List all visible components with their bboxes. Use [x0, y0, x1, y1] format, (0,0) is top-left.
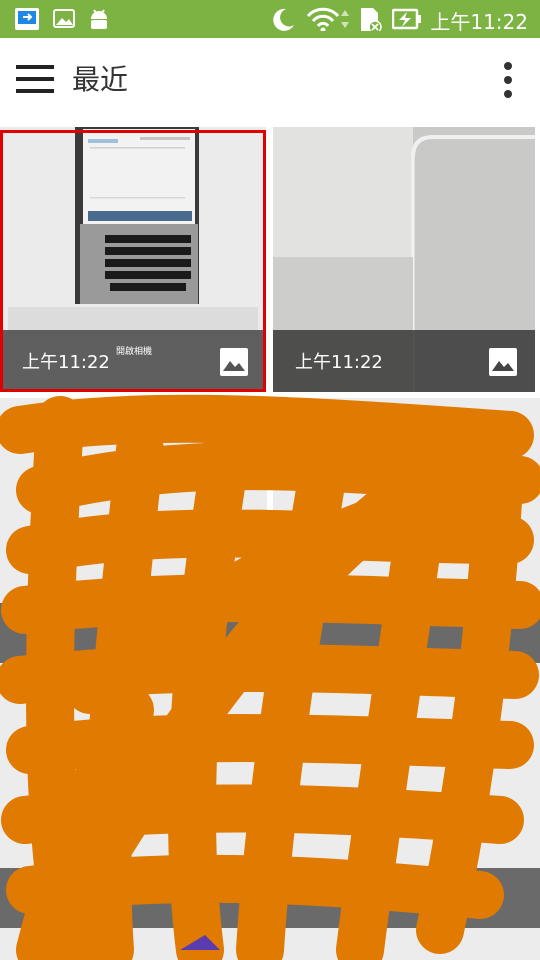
status-bar: 上午11:22 — [0, 0, 540, 38]
app-bar: 最近 — [0, 38, 540, 120]
photo-tile-2[interactable]: 上午11:22 — [273, 127, 535, 392]
tile-time: 上午11:22 — [22, 352, 110, 373]
image-icon — [220, 348, 248, 376]
wifi-icon — [306, 7, 340, 31]
gallery-icon — [53, 9, 75, 28]
tile-time: 上午11:22 — [295, 352, 383, 373]
sdcard-icon — [361, 8, 382, 31]
more-vert-icon[interactable] — [502, 62, 514, 98]
remote-icon — [15, 8, 39, 30]
battery-charging-icon — [392, 8, 421, 30]
android-icon — [91, 9, 107, 29]
hamburger-menu-icon[interactable] — [16, 65, 54, 93]
orange-scribble-redaction — [0, 394, 540, 960]
wifi-activity-icon — [341, 10, 349, 28]
image-icon — [489, 348, 517, 376]
tile-caption: 開啟相機 — [116, 347, 153, 357]
status-time: 上午11:22 — [430, 10, 528, 34]
tile-info-bar: 上午11:22 — [0, 330, 266, 392]
moon-icon — [273, 8, 294, 31]
page-title: 最近 — [72, 63, 129, 96]
tile-info-bar: 上午11:22 — [273, 330, 535, 392]
